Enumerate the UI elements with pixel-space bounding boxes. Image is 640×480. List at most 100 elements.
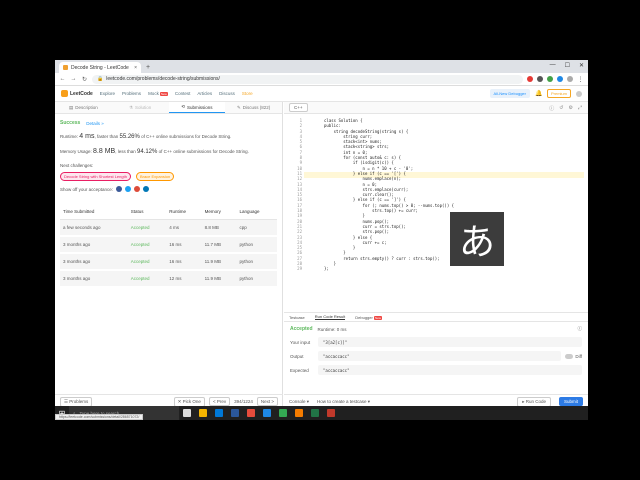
leetcode-logo[interactable]: LeetCode — [61, 90, 93, 97]
taskbar-app-icon[interactable] — [275, 406, 291, 420]
info-icon[interactable]: ⓘ — [549, 105, 554, 112]
output-value: "accaccacc" — [318, 351, 562, 361]
forward-arrow-icon[interactable]: → — [70, 76, 77, 82]
console-button[interactable]: Console ▾ — [289, 399, 309, 405]
premium-button[interactable]: Premium — [546, 89, 571, 98]
close-window-button[interactable]: ✕ — [579, 62, 584, 69]
facebook-icon[interactable] — [115, 186, 122, 192]
cell-memory: 11.9 MB — [204, 259, 222, 264]
linkedin-icon[interactable] — [142, 186, 149, 192]
browser-window: Decode String - LeetCode × + — ☐ ✕ ← → ↻… — [55, 60, 588, 420]
taskbar-app-icon[interactable] — [259, 406, 275, 420]
cell-status[interactable]: Accepted — [128, 236, 167, 253]
help-icon[interactable]: ⓘ — [578, 326, 583, 332]
nav-contest[interactable]: Contest — [175, 91, 191, 96]
table-row[interactable]: 3 months ago Accepted 16 ms 11.9 MB pyth… — [60, 253, 277, 270]
twitter-icon[interactable] — [124, 186, 131, 192]
opera-extension-icon[interactable] — [527, 76, 533, 82]
challenge-chip[interactable]: Decode String with Shortest Length — [60, 172, 131, 181]
right-panel: C++ ⓘ ↺ ⚙ ⤢ 1 2 3 4 5 6 7 8 9 10 11 12 13 14 15 16 17 18 1… — [284, 102, 588, 408]
cell-status[interactable]: Accepted — [128, 220, 167, 237]
nav-discuss[interactable]: Discuss — [219, 91, 235, 96]
avatar[interactable] — [576, 90, 582, 97]
table-row[interactable]: 3 months ago Accepted 16 ms 11.7 MB pyth… — [60, 236, 277, 253]
tab-description[interactable]: ▤ Description — [55, 102, 112, 113]
nav-right: All-New Debugger 🔔 Premium — [489, 89, 582, 98]
table-row[interactable]: a few seconds ago Accepted 4 ms 8.8 MB c… — [60, 219, 277, 237]
maximize-button[interactable]: ☐ — [565, 62, 570, 69]
prev-button[interactable]: < Prev — [208, 397, 231, 406]
diff-toggle[interactable]: Diff — [565, 353, 582, 359]
tab-solution[interactable]: ⚗ Solution — [112, 102, 169, 113]
tab-description-label: Description — [75, 105, 98, 110]
tab-run-result[interactable]: Run Code Result — [314, 314, 346, 320]
details-link[interactable]: Details » — [86, 121, 104, 126]
taskbar-app-icon[interactable] — [243, 406, 259, 420]
tab-discuss[interactable]: ✎ Discuss (822) — [225, 102, 282, 113]
cell-status[interactable]: Accepted — [128, 253, 167, 270]
taskbar-app-icon[interactable] — [211, 406, 227, 420]
taskbar-app-icon[interactable] — [323, 406, 339, 420]
nav-articles[interactable]: Articles — [197, 91, 212, 96]
tab-testcase[interactable]: Testcase — [289, 315, 305, 320]
taskbar-app-icon[interactable] — [307, 406, 323, 420]
discuss-icon: ✎ — [236, 104, 241, 110]
submit-button[interactable]: Submit — [558, 397, 583, 406]
workspace: ▤ Description ⚗ Solution ⟲ Submissions ✎ Dis… — [55, 102, 588, 408]
tab-debugger[interactable]: Debugger New — [355, 315, 382, 320]
language-select[interactable]: C++ — [289, 103, 308, 112]
runtime-value: 4 ms — [79, 133, 95, 140]
nav-explore[interactable]: Explore — [100, 91, 115, 96]
profile-icon[interactable] — [567, 76, 573, 82]
table-row[interactable]: 3 months ago Accepted 12 ms 11.9 MB pyth… — [60, 270, 277, 287]
howto-link[interactable]: How to create a testcase ▾ — [317, 399, 370, 405]
reload-icon[interactable]: ↻ — [81, 76, 88, 83]
memory-tail: of C++ online submissions for Decode Str… — [158, 149, 249, 154]
back-arrow-icon[interactable]: ← — [59, 76, 66, 82]
settings-icon[interactable]: ⚙ — [569, 105, 573, 112]
minimize-button[interactable]: — — [550, 62, 556, 69]
challenge-chip[interactable]: Brace Expansion — [135, 172, 175, 181]
result-status-row: Accepted Runtime: 0 ms ⓘ — [290, 326, 582, 332]
submission-result: Success Details » Runtime: 4 ms, faster … — [55, 114, 282, 294]
code-text[interactable]: class Solution {public: string decodeStr… — [324, 118, 454, 272]
toggle-switch — [565, 353, 574, 359]
taskbar-app-icon[interactable] — [179, 406, 195, 420]
new-badge: New — [159, 92, 168, 96]
nav-store[interactable]: Store — [242, 91, 253, 96]
code-editor[interactable]: 1 2 3 4 5 6 7 8 9 10 11 12 13 14 15 16 17 18 19 20 21 22 23 24 2… — [284, 114, 588, 310]
run-code-button[interactable]: ▸ Run Code — [517, 396, 551, 407]
url-input[interactable]: 🔒 leetcode.com/problems/decode-string/su… — [92, 74, 523, 84]
memory-mid: , less than — [115, 149, 136, 154]
taskbar-app-icon[interactable] — [195, 406, 211, 420]
input-value: "3[a2[c]]" — [318, 337, 582, 347]
notifications-icon[interactable]: 🔔 — [535, 90, 542, 97]
taskbar-app-icon[interactable] — [227, 406, 243, 420]
pick-one-button[interactable]: ✕ Pick One — [173, 396, 205, 407]
menu-dots-icon[interactable]: ⋮ — [577, 76, 584, 83]
reset-icon[interactable]: ↺ — [559, 105, 563, 112]
fullscreen-icon[interactable]: ⤢ — [578, 105, 582, 112]
extension-icon[interactable] — [557, 76, 563, 82]
cell-language: python — [239, 259, 253, 264]
nav-mock[interactable]: Mock New — [148, 91, 168, 96]
tab-close-icon[interactable]: × — [134, 65, 137, 71]
input-label: Your input — [290, 339, 311, 345]
extension-icon[interactable] — [537, 76, 543, 82]
runtime-mid: , faster than — [94, 134, 119, 139]
nav-problems[interactable]: Problems — [122, 91, 141, 96]
cell-time: 3 months ago — [63, 259, 91, 264]
extension-icon[interactable] — [547, 76, 553, 82]
problems-button[interactable]: ☰ Problems — [60, 396, 93, 407]
app-icon — [311, 409, 319, 417]
memory-percentile: 94.12% — [137, 149, 158, 155]
browser-tab[interactable]: Decode String - LeetCode × — [59, 62, 141, 73]
cell-status[interactable]: Accepted — [128, 270, 167, 287]
debugger-button[interactable]: All-New Debugger — [489, 89, 530, 98]
tab-submissions[interactable]: ⟲ Submissions — [168, 102, 226, 113]
new-tab-button[interactable]: + — [146, 64, 150, 71]
next-button[interactable]: Next > — [256, 397, 278, 406]
taskbar-app-icon[interactable] — [291, 406, 307, 420]
col-memory: Memory — [201, 204, 237, 220]
google-plus-icon[interactable] — [133, 186, 140, 192]
